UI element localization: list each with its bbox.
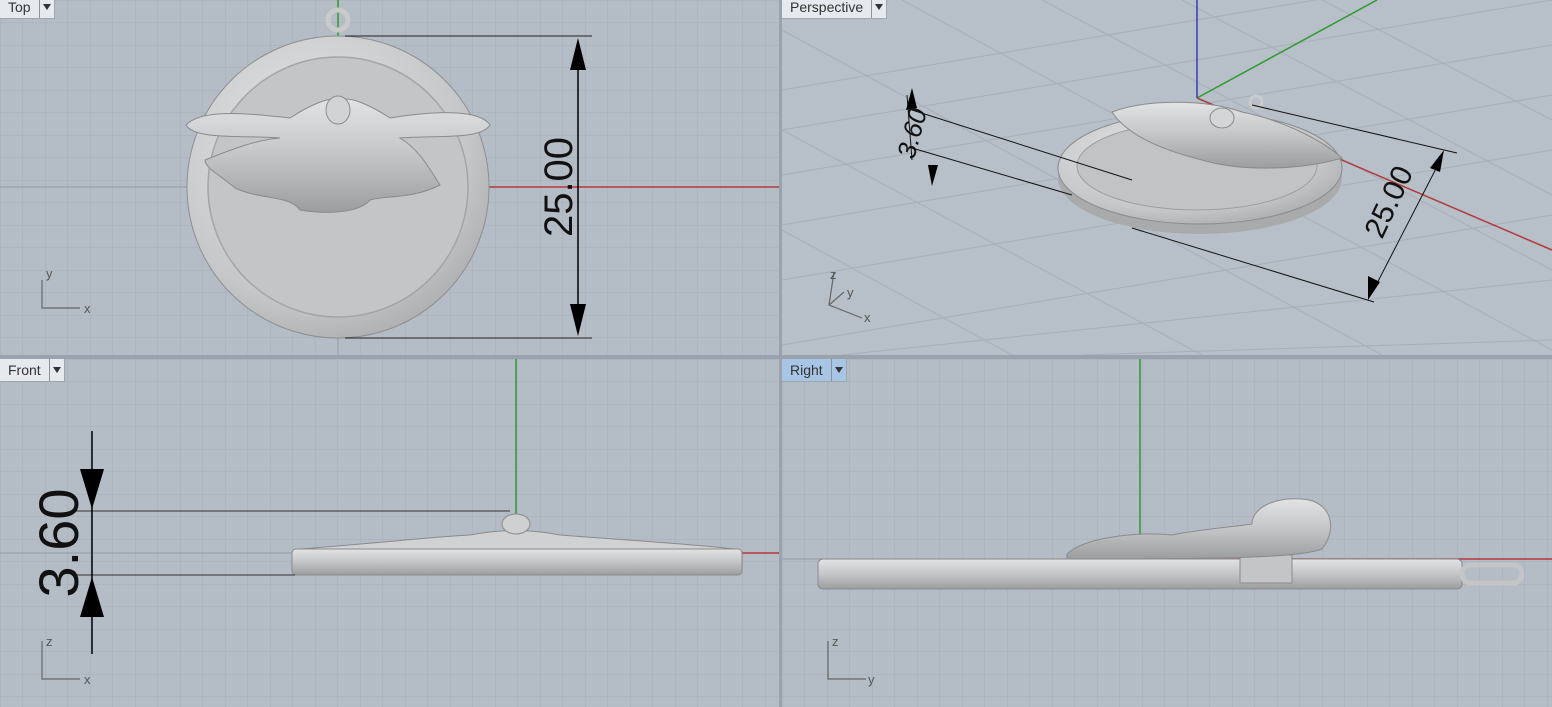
tab-perspective[interactable]: Perspective — [782, 0, 888, 19]
svg-text:y: y — [847, 285, 854, 300]
viewport-label-top: Top — [8, 0, 31, 15]
svg-text:y: y — [46, 266, 53, 281]
svg-text:x: x — [84, 301, 91, 316]
dropdown-arrow-icon[interactable] — [48, 359, 64, 381]
tab-top[interactable]: Top — [0, 0, 55, 19]
perspective-scene: 3.60 25.00 z y x — [782, 0, 1552, 355]
tab-right[interactable]: Right — [782, 359, 847, 382]
top-scene: 25.00 y x — [0, 0, 779, 355]
svg-text:x: x — [864, 310, 871, 325]
svg-text:y: y — [868, 672, 875, 687]
viewport-label-front: Front — [8, 362, 41, 378]
viewport-front[interactable]: 3.60 z x Front — [0, 359, 779, 707]
viewport-label-perspective: Perspective — [790, 0, 864, 15]
dropdown-arrow-icon[interactable] — [871, 0, 886, 18]
tab-front[interactable]: Front — [0, 359, 65, 382]
dropdown-arrow-icon[interactable] — [38, 0, 54, 18]
svg-text:z: z — [832, 634, 839, 649]
dropdown-arrow-icon[interactable] — [830, 359, 846, 381]
pendant-model-top — [185, 7, 491, 339]
svg-text:x: x — [84, 672, 91, 687]
viewport-perspective[interactable]: 3.60 25.00 z y x Perspective — [782, 0, 1552, 355]
svg-text:z: z — [46, 634, 53, 649]
right-scene: z y — [782, 359, 1552, 707]
dimension-label-diameter: 25.00 — [537, 137, 581, 237]
dimension-label-thickness: 3.60 — [27, 489, 90, 598]
viewport-label-right: Right — [790, 362, 823, 378]
front-scene: 3.60 z x — [0, 359, 779, 707]
viewport-top[interactable]: 25.00 y x Top — [0, 0, 779, 355]
viewport-right[interactable]: z y Right — [782, 359, 1552, 707]
svg-text:z: z — [830, 267, 837, 282]
